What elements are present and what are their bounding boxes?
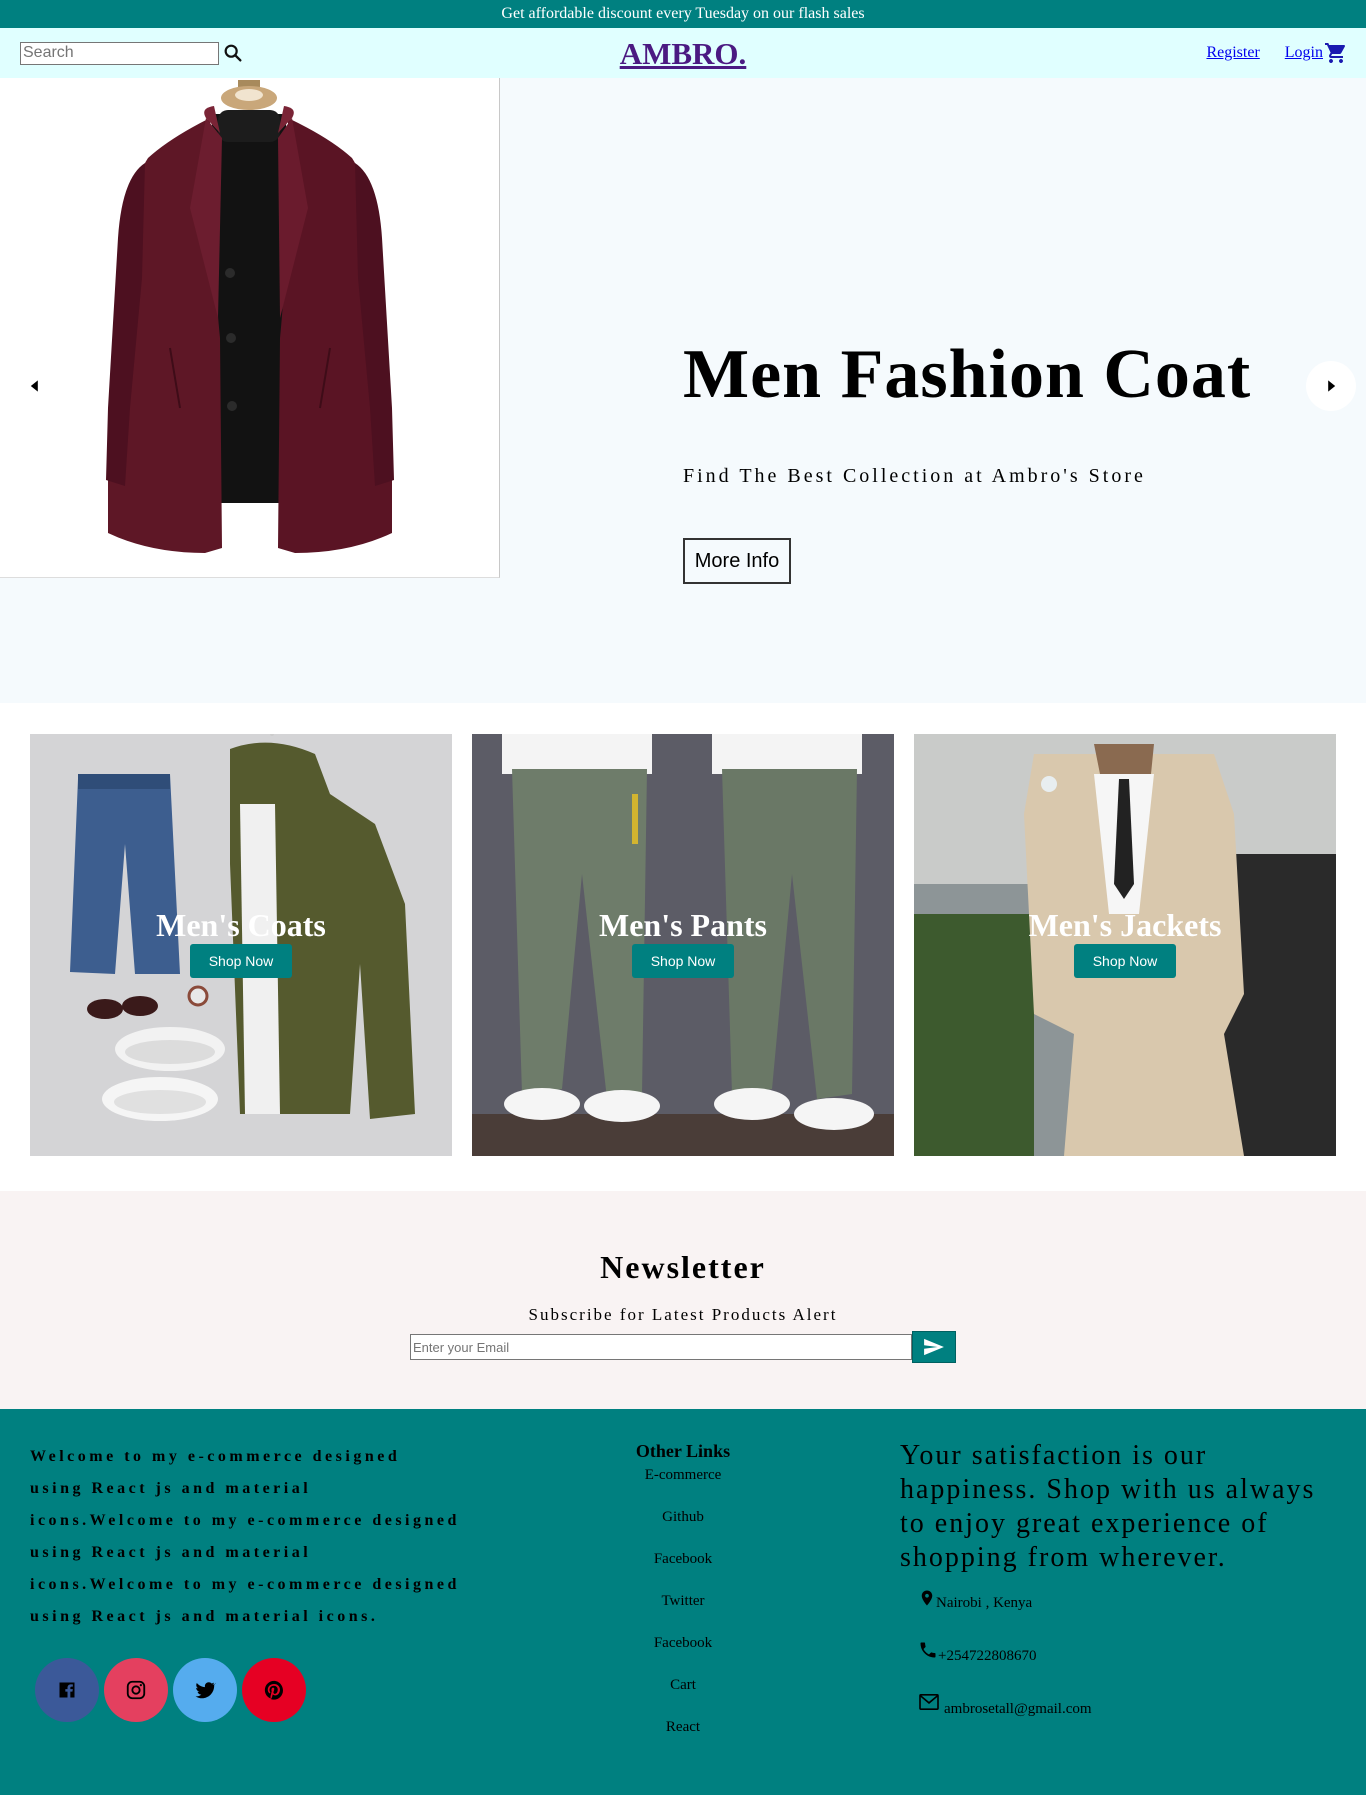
more-info-button[interactable]: More Info xyxy=(683,538,791,584)
send-button[interactable] xyxy=(912,1331,956,1363)
footer-contact: Your satisfaction is our happiness. Shop… xyxy=(900,1439,1340,1718)
send-icon xyxy=(924,1338,944,1356)
location-text: Nairobi , Kenya xyxy=(936,1595,1033,1611)
contact-phone: +254722808670 xyxy=(918,1640,1340,1665)
location-pin-icon xyxy=(921,1590,933,1606)
category-title: Men's Coats xyxy=(156,907,326,943)
footer-link[interactable]: Cart xyxy=(583,1675,783,1717)
category-overlay: Men's Jackets Shop Now xyxy=(914,909,1336,978)
newsletter-section: Newsletter Subscribe for Latest Products… xyxy=(0,1191,1366,1409)
footer-link[interactable]: Facebook xyxy=(583,1549,783,1591)
arrow-left-icon xyxy=(30,380,38,392)
footer-about-text: Welcome to my e-commerce designed using … xyxy=(30,1448,460,1625)
email-input[interactable] xyxy=(410,1334,912,1360)
footer-tagline: Your satisfaction is our happiness. Shop… xyxy=(900,1440,1316,1573)
footer-about: Welcome to my e-commerce designed using … xyxy=(30,1441,460,1722)
category-card-pants[interactable]: Men's Pants Shop Now xyxy=(472,734,894,1156)
slide-description: Find The Best Collection at Ambro's Stor… xyxy=(683,465,1146,487)
footer-links-title: Other Links xyxy=(635,1441,731,1461)
slider-prev-button[interactable] xyxy=(10,361,60,411)
announcement-text: Get affordable discount every Tuesday on… xyxy=(501,5,865,22)
newsletter-title: Newsletter xyxy=(600,1249,766,1285)
category-title: Men's Jackets xyxy=(1028,907,1222,943)
shopping-cart-icon[interactable] xyxy=(1324,41,1348,65)
shop-now-button[interactable]: Shop Now xyxy=(632,944,734,978)
slider-next-button[interactable] xyxy=(1306,361,1356,411)
email-text: ambrosetall@gmail.com xyxy=(944,1701,1092,1717)
shop-now-button[interactable]: Shop Now xyxy=(1074,944,1176,978)
categories-section: Men's Coats Shop Now Men's Pants Shop No xyxy=(30,734,1336,1156)
footer-links: Other Links E-commerce Github Facebook T… xyxy=(583,1441,783,1759)
category-overlay: Men's Coats Shop Now xyxy=(30,909,452,978)
footer: Welcome to my e-commerce designed using … xyxy=(0,1409,1366,1795)
navbar: AMBRO. Register Login xyxy=(0,28,1366,78)
hero-slider: Men Fashion Coat Find The Best Collectio… xyxy=(0,78,1366,703)
logo-text[interactable]: AMBRO. xyxy=(620,36,747,71)
search-icon[interactable] xyxy=(222,42,244,64)
login-link[interactable]: Login xyxy=(1285,44,1323,62)
category-card-jackets[interactable]: Men's Jackets Shop Now xyxy=(914,734,1336,1156)
coat-image xyxy=(0,78,500,578)
footer-link[interactable]: React xyxy=(583,1717,783,1759)
newsletter-description: Subscribe for Latest Products Alert xyxy=(528,1305,838,1324)
footer-link[interactable]: Twitter xyxy=(583,1591,783,1633)
slide-title: Men Fashion Coat xyxy=(683,336,1252,413)
pinterest-icon[interactable] xyxy=(242,1658,306,1722)
slide-info: Men Fashion Coat Find The Best Collectio… xyxy=(683,340,1251,584)
contact-email: ambrosetall@gmail.com xyxy=(918,1693,1340,1718)
announcement-bar: Get affordable discount every Tuesday on… xyxy=(0,0,1366,28)
footer-link[interactable]: Github xyxy=(583,1507,783,1549)
facebook-icon[interactable] xyxy=(35,1658,99,1722)
nav-menu: Register Login xyxy=(1206,41,1348,65)
phone-text: +254722808670 xyxy=(938,1648,1037,1664)
contact-location: Nairobi , Kenya xyxy=(918,1587,1340,1612)
register-link[interactable]: Register xyxy=(1206,44,1259,62)
category-title: Men's Pants xyxy=(599,907,767,943)
arrow-right-icon xyxy=(1328,380,1336,392)
phone-icon xyxy=(920,1642,936,1658)
instagram-icon[interactable] xyxy=(104,1658,168,1722)
footer-links-list: E-commerce Github Facebook Twitter Faceb… xyxy=(583,1465,783,1759)
footer-link[interactable]: Facebook xyxy=(583,1633,783,1675)
social-icons xyxy=(35,1658,460,1722)
twitter-icon[interactable] xyxy=(173,1658,237,1722)
search-input[interactable] xyxy=(20,41,219,65)
email-icon xyxy=(919,1693,939,1711)
shop-now-button[interactable]: Shop Now xyxy=(190,944,292,978)
footer-link[interactable]: E-commerce xyxy=(583,1465,783,1507)
category-card-coats[interactable]: Men's Coats Shop Now xyxy=(30,734,452,1156)
newsletter-form xyxy=(410,1331,956,1363)
search-container xyxy=(20,41,320,65)
category-overlay: Men's Pants Shop Now xyxy=(472,909,894,978)
